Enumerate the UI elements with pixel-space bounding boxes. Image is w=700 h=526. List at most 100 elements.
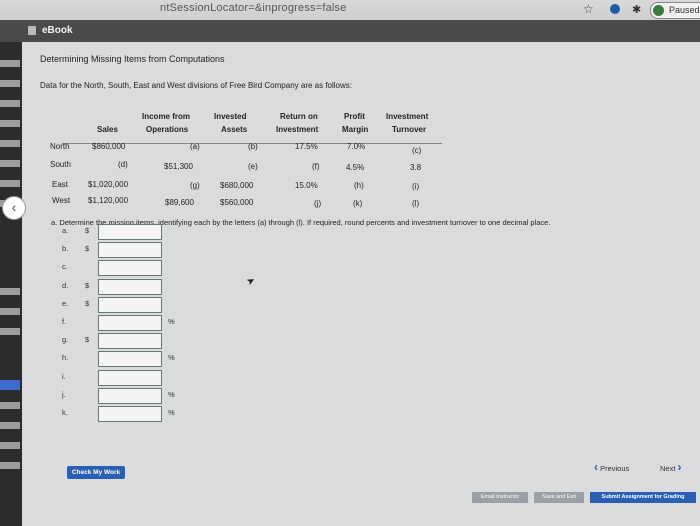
answer-input-d[interactable]	[98, 279, 162, 295]
browser-url-bar[interactable]: ntSessionLocator=&inprogress=false ☆ ✱ P…	[0, 0, 700, 20]
chevron-left-icon: ‹	[594, 460, 598, 474]
nav-stripe[interactable]	[0, 60, 20, 67]
nav-stripe[interactable]	[0, 180, 20, 187]
left-question-nav	[0, 42, 22, 526]
answer-label: k.	[62, 408, 68, 417]
cell-assets: (b)	[248, 142, 258, 151]
nav-stripe[interactable]	[0, 100, 20, 107]
cell-margin: 4.5%	[346, 163, 365, 172]
save-and-exit-button[interactable]: Save and Exit	[534, 492, 584, 503]
currency-prefix: $	[85, 335, 90, 344]
answer-label: d.	[62, 281, 69, 290]
answer-input-h[interactable]	[98, 351, 162, 367]
answer-input-b[interactable]	[98, 242, 162, 258]
book-icon	[28, 26, 36, 35]
answer-label: b.	[62, 244, 69, 253]
submit-assignment-button[interactable]: Submit Assignment for Grading	[590, 492, 696, 503]
answer-label: j.	[62, 390, 66, 399]
bookmark-star-icon[interactable]: ☆	[583, 2, 594, 16]
answer-label: g.	[62, 335, 69, 344]
currency-prefix: $	[85, 244, 90, 253]
problem-intro: Data for the North, South, East and West…	[40, 81, 352, 90]
header-turnover-l2: Turnover	[392, 125, 427, 134]
cell-roi: (j)	[314, 199, 322, 208]
next-label: Next	[660, 464, 676, 473]
next-button[interactable]: Next ›	[660, 460, 682, 474]
header-roi-l1: Return on	[280, 112, 318, 121]
cell-roi: 17.5%	[295, 142, 318, 151]
cell-sales: $1,120,000	[88, 196, 129, 205]
cell-sales: (d)	[118, 160, 128, 169]
answer-input-e[interactable]	[98, 297, 162, 313]
answer-input-f[interactable]	[98, 315, 162, 331]
nav-stripe[interactable]	[0, 422, 20, 429]
row-division: East	[52, 180, 69, 189]
cell-sales: $860,000	[92, 142, 126, 151]
currency-prefix: $	[85, 226, 90, 235]
nav-stripe[interactable]	[0, 462, 20, 469]
cell-turnover: (l)	[412, 199, 420, 208]
nav-stripe[interactable]	[0, 160, 20, 167]
percent-suffix: %	[168, 353, 175, 362]
extension-icon[interactable]	[610, 4, 620, 14]
cell-assets: (e)	[248, 162, 258, 171]
cell-assets: $560,000	[220, 198, 254, 207]
nav-stripe[interactable]	[0, 308, 20, 315]
nav-stripe[interactable]	[0, 80, 20, 87]
cell-income: (a)	[190, 142, 200, 151]
answer-input-g[interactable]	[98, 333, 162, 349]
nav-stripe[interactable]	[0, 442, 20, 449]
header-roi-l2: Investment	[276, 125, 319, 134]
check-my-work-button[interactable]: Check My Work	[67, 466, 125, 479]
answer-input-c[interactable]	[98, 260, 162, 276]
ebook-link[interactable]: eBook	[42, 25, 73, 36]
cell-income: (g)	[190, 181, 200, 190]
cell-margin: 7.0%	[347, 142, 366, 151]
nav-stripe[interactable]	[0, 328, 20, 335]
nav-stripe-active[interactable]	[0, 380, 20, 390]
cell-margin: (k)	[353, 199, 363, 208]
nav-stripe[interactable]	[0, 140, 20, 147]
header-income-l1: Income from	[142, 112, 191, 121]
chevron-right-icon: ›	[677, 460, 682, 474]
answer-input-a[interactable]	[98, 224, 162, 240]
cell-assets: $680,000	[220, 181, 254, 190]
answer-input-i[interactable]	[98, 370, 162, 386]
header-margin-l1: Profit	[344, 112, 365, 121]
previous-button[interactable]: ‹ Previous	[594, 460, 629, 474]
answer-label: e.	[62, 299, 69, 308]
previous-question-button[interactable]: ‹	[2, 196, 26, 220]
answer-input-k[interactable]	[98, 406, 162, 422]
email-instructor-button[interactable]: Email Instructor	[472, 492, 528, 503]
row-division: West	[52, 196, 71, 205]
cell-turnover: (i)	[412, 182, 420, 191]
answer-label: i.	[62, 372, 66, 381]
header-assets-l2: Assets	[221, 125, 248, 134]
url-text[interactable]: ntSessionLocator=&inprogress=false	[160, 2, 347, 14]
answer-label: a.	[62, 226, 69, 235]
currency-prefix: $	[85, 281, 90, 290]
problem-page: Determining Missing Items from Computati…	[22, 42, 700, 526]
problem-title: Determining Missing Items from Computati…	[40, 54, 225, 64]
cell-turnover: (c)	[412, 146, 422, 155]
percent-suffix: %	[168, 408, 175, 417]
row-division: North	[50, 142, 70, 151]
cell-turnover: 3.8	[410, 163, 422, 172]
mouse-cursor-icon: ➤	[244, 274, 258, 289]
answer-label: f.	[62, 317, 67, 326]
percent-suffix: %	[168, 317, 175, 326]
nav-stripe[interactable]	[0, 402, 20, 409]
nav-stripe[interactable]	[0, 120, 20, 127]
header-turnover-l1: Investment	[386, 112, 429, 121]
currency-prefix: $	[85, 299, 90, 308]
header-sales: Sales	[97, 125, 118, 134]
cell-margin: (h)	[354, 181, 364, 190]
answer-label: h.	[62, 353, 69, 362]
paused-profile-button[interactable]: Paused	[650, 2, 700, 19]
nav-stripe[interactable]	[0, 288, 20, 295]
ebook-bar: eBook	[0, 20, 700, 42]
extension-puzzle-icon[interactable]: ✱	[632, 3, 641, 16]
answer-input-j[interactable]	[98, 388, 162, 404]
chevron-left-icon: ‹	[11, 199, 17, 215]
cell-income: $89,600	[165, 198, 194, 207]
